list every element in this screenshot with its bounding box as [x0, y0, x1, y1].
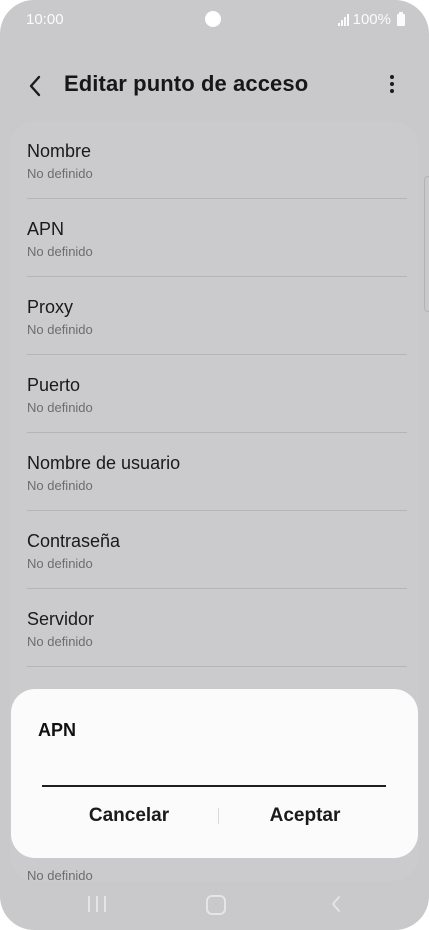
dialog-title: APN — [38, 720, 77, 740]
app-header: Editar punto de acceso — [0, 60, 429, 110]
status-bar: 10:00 100% — [0, 0, 429, 40]
list-item-value: No definido — [27, 478, 93, 493]
apn-dialog: APN Cancelar Aceptar — [11, 689, 418, 858]
accept-button[interactable]: Aceptar — [225, 799, 385, 833]
front-camera — [205, 11, 221, 27]
list-item-nombre-de-usuario[interactable]: Nombre de usuario No definido — [27, 433, 407, 511]
cancel-button[interactable]: Cancelar — [49, 799, 209, 833]
divider — [27, 666, 407, 667]
list-item-label: Nombre — [27, 141, 92, 161]
phone-screen: 10:00 100% Editar punto de acceso Nombre… — [0, 0, 429, 930]
recent-apps-button[interactable] — [88, 896, 106, 912]
list-item-label: APN — [27, 219, 65, 239]
list-item-value: No definido — [27, 634, 93, 649]
scrollbar[interactable] — [424, 176, 429, 312]
list-item-contrasena[interactable]: Contraseña No definido — [27, 511, 407, 589]
list-item-label: Proxy — [27, 297, 74, 317]
list-item-label: Servidor — [27, 609, 95, 629]
list-item-proxy[interactable]: Proxy No definido — [27, 277, 407, 355]
back-arrow-icon — [332, 896, 340, 912]
nav-back-button[interactable] — [328, 894, 344, 914]
back-button[interactable] — [22, 72, 50, 100]
chevron-left-icon — [29, 75, 41, 97]
list-item-value: No definido — [27, 556, 93, 571]
list-item-value: No definido — [27, 166, 93, 181]
status-time: 10:00 — [26, 11, 64, 28]
apn-input[interactable] — [42, 749, 386, 787]
list-item-label: Puerto — [27, 375, 81, 395]
list-item-label: Nombre de usuario — [27, 453, 181, 473]
recent-apps-icon — [88, 896, 90, 912]
list-item-value: No definido — [27, 400, 93, 415]
list-item-value: No definido — [27, 244, 93, 259]
battery-percent: 100% — [352, 11, 391, 28]
list-item-apn[interactable]: APN No definido — [27, 199, 407, 277]
page-title: Editar punto de acceso — [64, 71, 309, 96]
more-vertical-icon — [380, 75, 404, 93]
more-options-button[interactable] — [380, 72, 404, 100]
button-divider — [218, 808, 219, 824]
list-item-puerto[interactable]: Puerto No definido — [27, 355, 407, 433]
list-item-label: Contraseña — [27, 531, 121, 551]
list-item-value: No definido — [27, 322, 93, 337]
home-button[interactable] — [206, 895, 226, 915]
battery-icon — [397, 11, 405, 26]
list-item-servidor[interactable]: Servidor No definido — [27, 589, 407, 667]
navigation-bar — [0, 880, 429, 930]
signal-icon — [337, 13, 349, 26]
list-item-nombre[interactable]: Nombre No definido — [27, 121, 407, 199]
status-icons: 100% — [337, 11, 405, 28]
